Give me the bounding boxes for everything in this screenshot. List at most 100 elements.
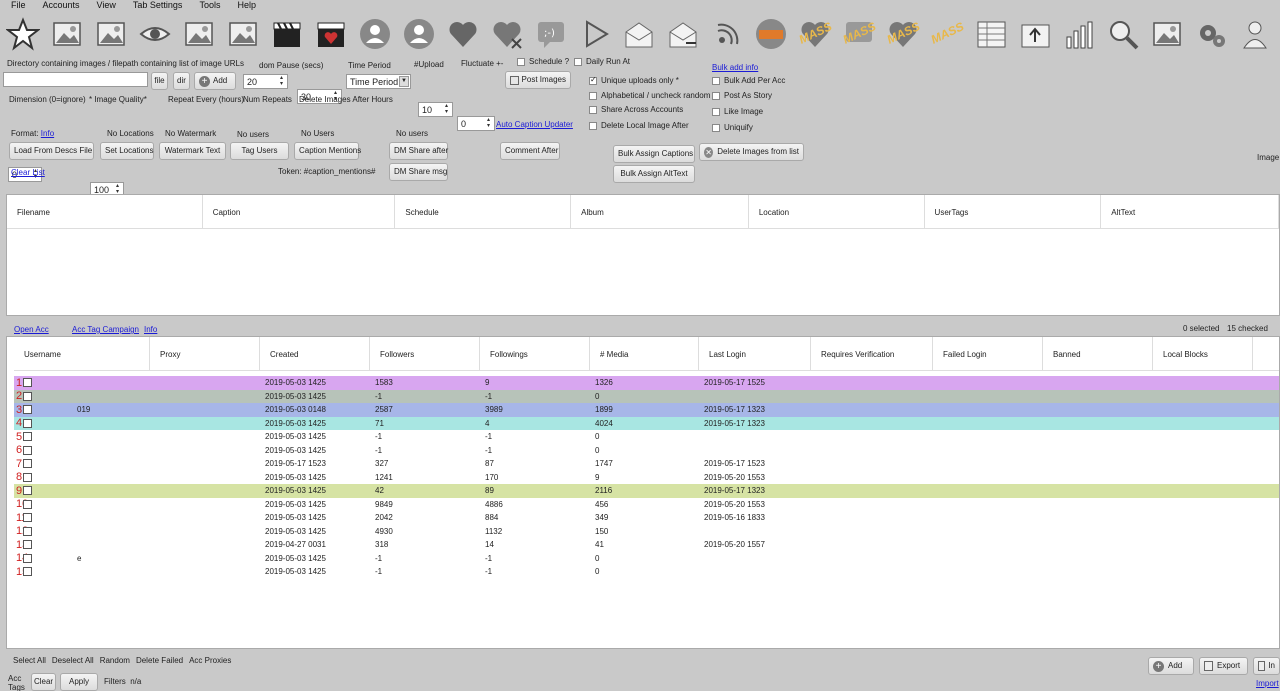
dm-share-after-button[interactable]: DM Share after bbox=[389, 142, 448, 160]
mail-forward-icon[interactable] bbox=[664, 16, 701, 53]
account-row[interactable]: 9 2019-05-03 1425 42 89 2116 2019-05-17 1323 bbox=[14, 484, 1279, 498]
col-header-media[interactable]: # Media bbox=[590, 337, 699, 370]
account-row[interactable]: 7 2019-05-17 1523 327 87 1747 2019-05-17 1523 bbox=[14, 457, 1279, 471]
clapperboard-heart-icon[interactable] bbox=[312, 16, 349, 53]
star-icon[interactable] bbox=[4, 16, 41, 53]
play-icon[interactable] bbox=[576, 16, 613, 53]
acc-proxies-link[interactable]: Acc Proxies bbox=[189, 656, 231, 665]
apply-button[interactable]: Apply bbox=[60, 673, 98, 691]
col-header-username[interactable]: Username bbox=[14, 337, 150, 370]
col-header-album[interactable]: Album bbox=[571, 195, 749, 228]
like-image-checkbox[interactable]: Like Image bbox=[712, 107, 763, 116]
add-account-button[interactable]: + Add bbox=[1148, 657, 1194, 675]
daily-run-checkbox[interactable]: Daily Run At bbox=[574, 57, 630, 66]
row-checkbox[interactable] bbox=[23, 526, 32, 536]
bulk-assign-captions-button[interactable]: Bulk Assign Captions bbox=[613, 145, 695, 163]
col-header-caption[interactable]: Caption bbox=[203, 195, 396, 228]
fluctuate-input[interactable]: 0 bbox=[457, 116, 495, 131]
acc-tag-campaign-link[interactable]: Acc Tag Campaign bbox=[72, 325, 139, 334]
mass-stamp-icon[interactable] bbox=[752, 16, 789, 53]
clapperboard-icon[interactable] bbox=[268, 16, 305, 53]
set-locations-button[interactable]: Set Locations bbox=[100, 142, 154, 160]
mass-icon[interactable]: MASS bbox=[928, 16, 966, 53]
account-row[interactable]: 152019-05-03 1425-1-10 bbox=[14, 565, 1279, 579]
col-header-local-blocks[interactable]: Local Blocks bbox=[1153, 337, 1253, 370]
col-header-requires-verification[interactable]: Requires Verification bbox=[811, 337, 933, 370]
mass-heart-icon[interactable]: MASS bbox=[796, 16, 834, 53]
broadcast-icon[interactable] bbox=[708, 16, 745, 53]
col-header-failed-login[interactable]: Failed Login bbox=[933, 337, 1043, 370]
upload-icon[interactable] bbox=[1016, 16, 1053, 53]
row-checkbox[interactable] bbox=[23, 459, 32, 468]
unique-uploads-checkbox[interactable]: Unique uploads only * bbox=[589, 75, 679, 85]
account-row[interactable]: 8 2019-05-03 1425 1241 170 9 2019-05-20 1553 bbox=[14, 470, 1279, 484]
bulk-add-info-link[interactable]: Bulk add info bbox=[712, 63, 758, 72]
uniquify-checkbox[interactable]: Uniquify bbox=[712, 123, 753, 132]
auto-caption-updater-link[interactable]: Auto Caption Updater bbox=[496, 120, 573, 129]
image-edit-icon[interactable] bbox=[92, 16, 129, 53]
account-row[interactable]: 102019-05-03 1425984948864562019-05-20 1… bbox=[14, 497, 1279, 511]
accounts-grid[interactable]: Username Proxy Created Followers Followings #… bbox=[6, 336, 1280, 649]
account-row[interactable]: 122019-05-03 142549301132150 bbox=[14, 524, 1279, 538]
row-checkbox[interactable] bbox=[23, 499, 32, 509]
menu-tools[interactable]: Tools bbox=[188, 0, 226, 12]
row-checkbox[interactable] bbox=[23, 486, 32, 495]
load-descs-button[interactable]: Load From Descs File bbox=[9, 142, 94, 160]
image-stack-icon[interactable] bbox=[224, 16, 261, 53]
menu-tab-settings[interactable]: Tab Settings bbox=[122, 0, 189, 12]
row-checkbox[interactable] bbox=[23, 445, 32, 455]
image-search-icon[interactable] bbox=[1148, 16, 1185, 53]
account-row[interactable]: 4 2019-05-03 1425 71 4 4024 2019-05-17 1323 bbox=[14, 416, 1279, 430]
user-add-icon[interactable] bbox=[356, 16, 393, 53]
col-header-location[interactable]: Location bbox=[749, 195, 925, 228]
row-checkbox[interactable] bbox=[23, 513, 32, 522]
format-info-link[interactable]: Info bbox=[41, 129, 54, 138]
delete-local-checkbox[interactable]: Delete Local Image After bbox=[589, 121, 689, 130]
image-table[interactable]: Filename Caption Schedule Album Location User… bbox=[6, 194, 1280, 316]
row-checkbox[interactable] bbox=[23, 391, 32, 401]
export-button[interactable]: Export bbox=[1199, 657, 1248, 675]
delete-images-from-list-button[interactable]: ✕ Delete Images from list bbox=[699, 143, 804, 161]
share-across-checkbox[interactable]: Share Across Accounts bbox=[589, 105, 683, 114]
col-header-followings[interactable]: Followings bbox=[480, 337, 590, 370]
account-row[interactable]: 2 2019-05-03 1425 -1 -1 0 bbox=[14, 389, 1279, 403]
schedule-checkbox[interactable]: Schedule ? bbox=[517, 57, 569, 66]
file-button[interactable]: file bbox=[151, 72, 168, 90]
row-checkbox[interactable] bbox=[23, 378, 32, 387]
menu-accounts[interactable]: Accounts bbox=[32, 0, 86, 12]
heart-remove-icon[interactable] bbox=[488, 16, 525, 53]
import-link[interactable]: Import bbox=[1256, 679, 1279, 688]
image-add-icon[interactable] bbox=[48, 16, 85, 53]
dir-input[interactable] bbox=[3, 72, 148, 87]
col-header-proxy[interactable]: Proxy bbox=[150, 337, 260, 370]
bulk-add-per-acc-checkbox[interactable]: Bulk Add Per Acc bbox=[712, 76, 785, 85]
caption-mentions-button[interactable]: Caption Mentions bbox=[294, 142, 361, 160]
comment-icon[interactable]: ;-) bbox=[532, 16, 569, 53]
account-row[interactable]: 5 2019-05-03 1425 -1 -1 0 bbox=[14, 430, 1279, 444]
dom-pause-min-input[interactable]: 20 bbox=[243, 74, 288, 89]
account-row[interactable]: 3 019 2019-05-03 0148 2587 3989 1899 2019-05-1… bbox=[14, 403, 1279, 417]
heart-icon[interactable] bbox=[444, 16, 481, 53]
col-header-banned[interactable]: Banned bbox=[1043, 337, 1153, 370]
bulk-assign-alttext-button[interactable]: Bulk Assign AltText bbox=[613, 165, 695, 183]
account-row[interactable]: 6 2019-05-03 1425 -1 -1 0 bbox=[14, 443, 1279, 457]
time-period-select[interactable]: Time Period ▼ bbox=[346, 74, 411, 89]
dm-share-msg-button[interactable]: DM Share msg bbox=[389, 163, 448, 181]
upload-count-input[interactable]: 10 bbox=[418, 102, 453, 117]
bar-chart-icon[interactable] bbox=[1060, 16, 1097, 53]
alphabetical-checkbox[interactable]: Alphabetical / uncheck random bbox=[589, 91, 710, 100]
eye-icon[interactable] bbox=[136, 16, 173, 53]
delete-failed-link[interactable]: Delete Failed bbox=[136, 656, 183, 665]
col-header-usertags[interactable]: UserTags bbox=[925, 195, 1102, 228]
post-as-story-checkbox[interactable]: Post As Story bbox=[712, 91, 772, 100]
row-checkbox[interactable] bbox=[23, 567, 32, 576]
row-checkbox[interactable] bbox=[23, 418, 32, 428]
row-checkbox[interactable] bbox=[23, 405, 32, 414]
comment-after-button[interactable]: Comment After bbox=[500, 142, 560, 160]
acc-info-link[interactable]: Info bbox=[144, 325, 157, 334]
row-checkbox[interactable] bbox=[23, 553, 32, 563]
watermark-text-button[interactable]: Watermark Text bbox=[159, 142, 226, 160]
random-link[interactable]: Random bbox=[100, 656, 130, 665]
mass-heart-remove-icon[interactable]: MASS bbox=[884, 16, 922, 53]
account-row[interactable]: 132019-04-27 003131814412019-05-20 1557 bbox=[14, 538, 1279, 552]
